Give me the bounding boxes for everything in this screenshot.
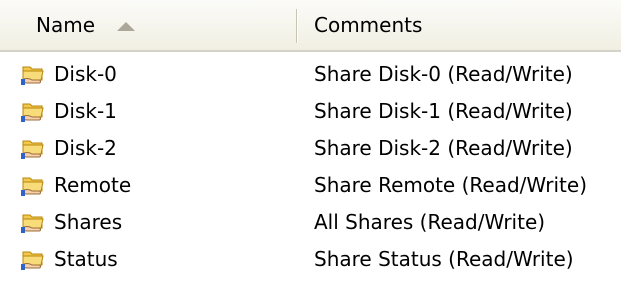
- list-item[interactable]: Shares All Shares (Read/Write): [0, 204, 621, 241]
- shared-folder-icon: [20, 135, 46, 161]
- column-header-comments[interactable]: Comments: [298, 0, 621, 50]
- file-list-view: Name Comments Disk-0 Share Disk-0 (Read/…: [0, 0, 621, 282]
- list-item[interactable]: Disk-0 Share Disk-0 (Read/Write): [0, 56, 621, 93]
- column-header-name[interactable]: Name: [0, 0, 296, 50]
- share-comment: Share Disk-0 (Read/Write): [314, 62, 573, 86]
- list-item[interactable]: Status Share Status (Read/Write): [0, 241, 621, 278]
- share-comment: Share Status (Read/Write): [314, 247, 574, 271]
- list-item[interactable]: Disk-1 Share Disk-1 (Read/Write): [0, 93, 621, 130]
- shared-folder-icon: [20, 172, 46, 198]
- share-comment: Share Disk-1 (Read/Write): [314, 99, 573, 123]
- shared-folder-icon: [20, 246, 46, 272]
- share-name: Status: [54, 247, 118, 271]
- list-item[interactable]: Remote Share Remote (Read/Write): [0, 167, 621, 204]
- shared-folder-icon: [20, 209, 46, 235]
- column-header-name-label: Name: [36, 13, 96, 37]
- sort-ascending-icon: [117, 21, 136, 31]
- shared-folder-icon: [20, 61, 46, 87]
- column-header-bar: Name Comments: [0, 0, 621, 52]
- share-name: Shares: [54, 210, 123, 234]
- share-name: Disk-1: [54, 99, 117, 123]
- share-name: Disk-0: [54, 62, 117, 86]
- column-header-comments-label: Comments: [314, 13, 423, 37]
- share-comment: All Shares (Read/Write): [314, 210, 546, 234]
- share-list: Disk-0 Share Disk-0 (Read/Write) Disk-1 …: [0, 56, 621, 278]
- shared-folder-icon: [20, 98, 46, 124]
- share-comment: Share Disk-2 (Read/Write): [314, 136, 573, 160]
- share-name: Disk-2: [54, 136, 117, 160]
- share-comment: Share Remote (Read/Write): [314, 173, 587, 197]
- share-name: Remote: [54, 173, 132, 197]
- list-item[interactable]: Disk-2 Share Disk-2 (Read/Write): [0, 130, 621, 167]
